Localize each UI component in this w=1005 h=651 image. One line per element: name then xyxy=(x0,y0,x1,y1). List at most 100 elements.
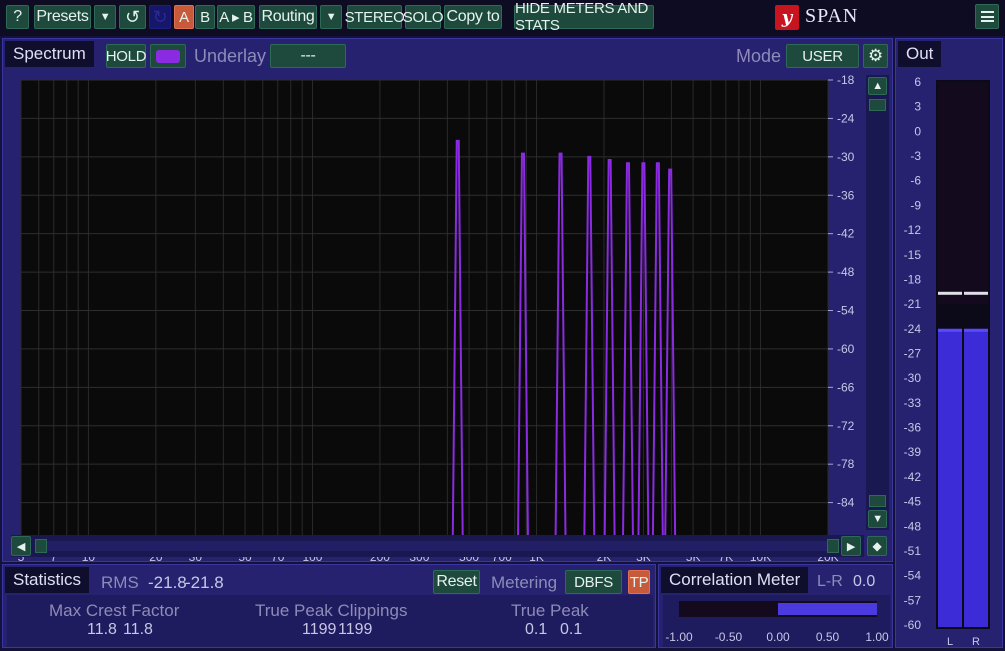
help-button[interactable]: ? xyxy=(6,5,29,29)
correlation-tick-label: 1.00 xyxy=(865,630,889,644)
meter-scale-label: -42 xyxy=(904,470,922,484)
statistics-panel: Statistics RMS -21.8 -21.8 Reset Meterin… xyxy=(2,564,656,648)
routing-button[interactable]: Routing xyxy=(259,5,317,29)
stereo-button[interactable]: STEREO xyxy=(345,5,405,29)
reset-button[interactable]: Reset xyxy=(433,570,480,594)
horizontal-scroll-thumb-left[interactable] xyxy=(35,539,47,553)
meter-level-top xyxy=(938,328,962,332)
correlation-tick-label: 0.50 xyxy=(816,630,840,644)
crest-factor-right: 11.8 xyxy=(123,621,153,638)
meter-scale-label: -54 xyxy=(904,569,922,583)
preset-a-button[interactable]: A xyxy=(174,5,194,29)
a-to-b-button[interactable]: A ▸ B xyxy=(217,5,255,29)
meter-scale-label: -60 xyxy=(904,618,922,632)
hide-meters-button[interactable]: HIDE METERS AND STATS xyxy=(514,0,654,34)
meter-level-bar-r xyxy=(964,328,988,627)
true-peak-toggle[interactable]: TP xyxy=(628,570,650,594)
db-tick-label: -48 xyxy=(837,265,855,279)
redo-icon: ↻ xyxy=(152,6,168,27)
meter-scale-label: -51 xyxy=(904,544,922,558)
scroll-left-button[interactable]: ◀ xyxy=(11,536,31,556)
correlation-range-bar xyxy=(778,603,877,615)
meter-scale-label: -39 xyxy=(904,445,922,459)
meter-scale-label: -27 xyxy=(904,347,922,361)
mode-select[interactable]: USER xyxy=(786,44,859,68)
scroll-up-button[interactable]: ▲ xyxy=(868,77,887,95)
solo-button[interactable]: SOLO xyxy=(403,5,444,29)
spectrum-color-button[interactable] xyxy=(150,44,186,68)
true-peak-label: True Peak xyxy=(511,601,589,620)
db-tick-label: -60 xyxy=(837,342,855,356)
underlay-select[interactable]: --- xyxy=(270,44,346,68)
spectrum-panel: Spectrum HOLD Underlay --- Mode USER ⚙ 5… xyxy=(2,38,893,565)
lr-value: 0.0 xyxy=(853,573,876,590)
hamburger-menu-icon xyxy=(980,11,994,22)
horizontal-scrollbar[interactable]: ◀ ▶ xyxy=(11,535,864,557)
zoom-reset-button[interactable]: ◆ xyxy=(867,536,887,556)
underlay-label: Underlay xyxy=(194,46,267,66)
vertical-scroll-thumb-bottom[interactable] xyxy=(869,495,886,507)
correlation-tick-label: -1.00 xyxy=(665,630,693,644)
db-tick-label: -42 xyxy=(837,227,855,241)
db-tick-label: -24 xyxy=(837,111,855,125)
db-tick-label: -72 xyxy=(837,419,855,433)
true-peak-right: 0.1 xyxy=(560,621,583,638)
horizontal-scroll-track xyxy=(47,541,827,551)
vertical-scrollbar[interactable]: ▲ ▼ xyxy=(866,75,889,530)
undo-button[interactable]: ↺ xyxy=(119,5,146,29)
meter-channel-label: L xyxy=(947,636,953,647)
meter-scale-label: -36 xyxy=(904,421,922,435)
correlation-tick-label: -0.50 xyxy=(715,630,743,644)
meter-scale-label: -9 xyxy=(910,198,921,212)
vertical-scroll-thumb[interactable] xyxy=(869,99,886,111)
arrow-up-icon: ▲ xyxy=(872,80,883,92)
caret-down-icon: ▼ xyxy=(325,11,337,23)
db-tick-label: -36 xyxy=(837,188,855,202)
clippings-right: 1199 xyxy=(338,621,373,638)
correlation-meter: -1.00 -0.50 0.00 0.50 1.00 xyxy=(665,601,889,644)
rms-right-value: -21.8 xyxy=(185,573,224,592)
undo-icon: ↺ xyxy=(125,6,140,27)
db-tick-label: -84 xyxy=(837,496,855,510)
copy-to-button[interactable]: Copy to xyxy=(444,5,502,29)
arrow-right-icon: ▶ xyxy=(846,540,856,553)
scroll-right-button[interactable]: ▶ xyxy=(841,536,861,556)
diamond-icon: ◆ xyxy=(872,539,882,553)
spectrum-tab: Spectrum xyxy=(5,41,94,67)
meter-scale-label: -6 xyxy=(910,174,921,188)
preset-b-button[interactable]: B xyxy=(195,5,215,29)
meter-scale-label: -57 xyxy=(904,593,922,607)
settings-button[interactable]: ⚙ xyxy=(863,44,888,68)
meter-scale-label: -3 xyxy=(910,149,921,163)
rms-label: RMS xyxy=(101,573,139,592)
presets-dropdown-button[interactable]: ▼ xyxy=(94,5,116,29)
spectrum-display[interactable]: 5 7 10 20 30 50 70 100 200 300 500 700 1K 2K 3K 5K 7K 10K… xyxy=(5,75,891,565)
voxengo-logo: y xyxy=(775,5,799,30)
meter-level-bar-l xyxy=(938,328,962,627)
logo-letter: y xyxy=(781,7,793,28)
meter-scale-label: -24 xyxy=(904,322,922,336)
metering-select[interactable]: DBFS xyxy=(565,570,622,594)
output-level-meter: 6 3 0 -3 -6 -9 -12 -15 -18 -21 -24 -27 -30 -33 -36 -39 -… xyxy=(904,75,990,647)
top-toolbar: ? Presets ▼ ↺ ↻ A B A ▸ B Routing ▼ STER… xyxy=(0,0,1005,36)
metering-label: Metering xyxy=(491,573,558,592)
presets-button[interactable]: Presets xyxy=(34,5,91,29)
out-tab: Out xyxy=(898,41,942,67)
redo-button[interactable]: ↻ xyxy=(149,5,171,29)
color-swatch xyxy=(156,49,180,63)
meter-headroom xyxy=(938,82,988,305)
scroll-down-button[interactable]: ▼ xyxy=(868,510,887,528)
arrow-down-icon: ▼ xyxy=(872,513,883,525)
meter-scale-label: -21 xyxy=(904,297,922,311)
meter-scale-label: -30 xyxy=(904,371,922,385)
menu-button[interactable] xyxy=(975,4,999,29)
routing-dropdown-button[interactable]: ▼ xyxy=(320,5,342,29)
meter-scale-label: -45 xyxy=(904,495,922,509)
product-name: SPAN xyxy=(805,5,859,27)
statistics-tab: Statistics xyxy=(5,567,90,593)
db-tick-label: -18 xyxy=(837,75,855,87)
horizontal-scroll-thumb-right[interactable] xyxy=(827,539,839,553)
db-tick-label: -30 xyxy=(837,150,855,164)
gear-icon: ⚙ xyxy=(868,46,883,65)
hold-button[interactable]: HOLD xyxy=(106,44,147,68)
